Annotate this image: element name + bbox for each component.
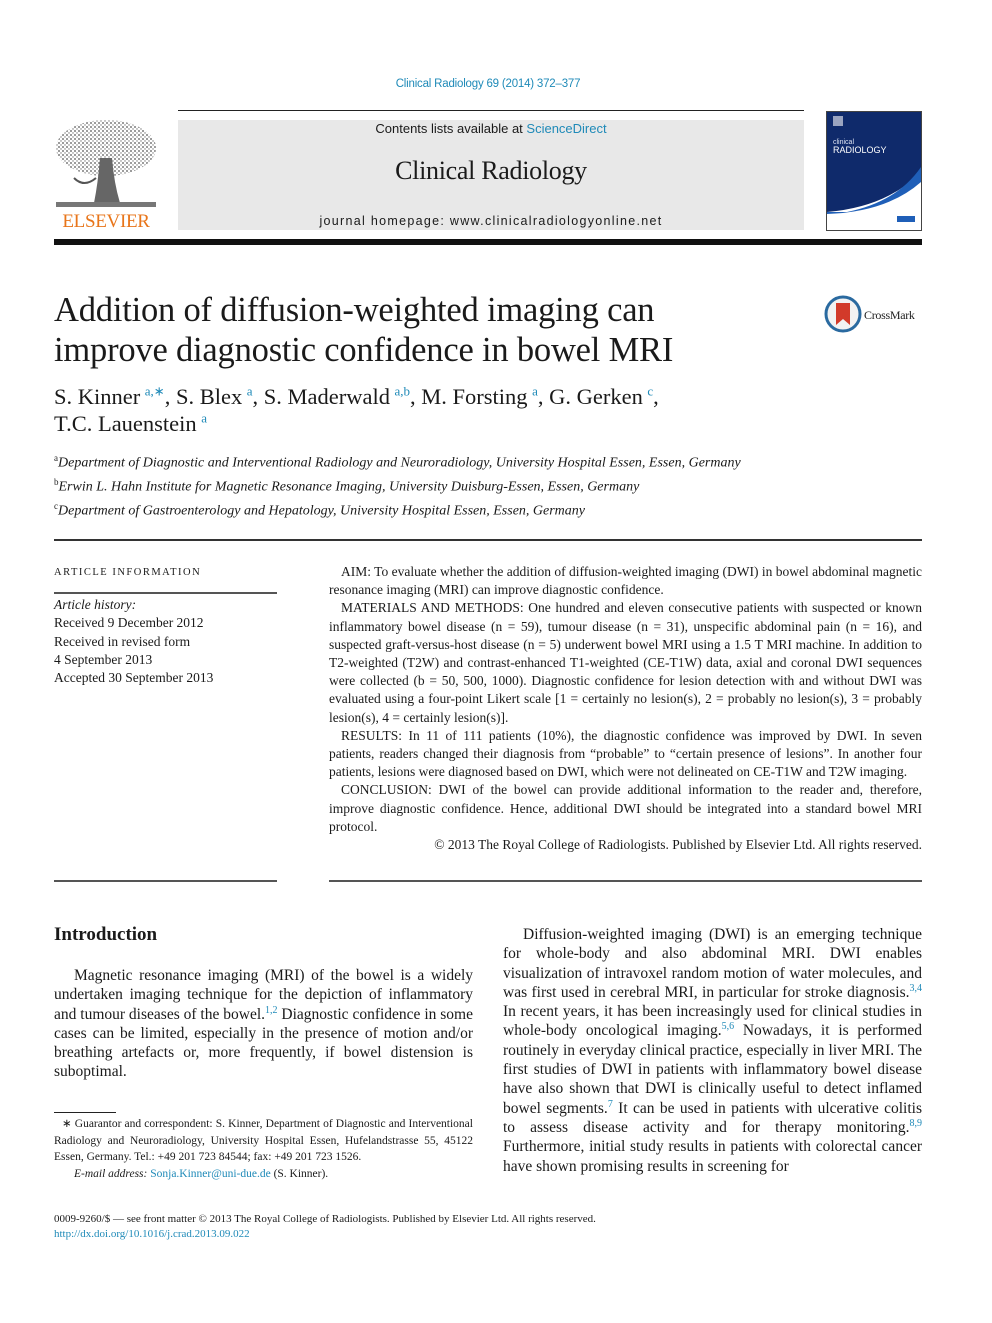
history-label: Article history: bbox=[54, 597, 137, 612]
history-item: 4 September 2013 bbox=[54, 651, 153, 667]
journal-homepage[interactable]: journal homepage: www.clinicalradiologyo… bbox=[178, 214, 804, 228]
crossmark-button[interactable]: CrossMark bbox=[824, 295, 934, 337]
footnote-email-line: E-mail address: Sonja.Kinner@uni-due.de … bbox=[74, 1167, 329, 1180]
article-history: Article history: Received 9 December 201… bbox=[54, 596, 277, 687]
article-info-rule bbox=[54, 592, 277, 594]
journal-masthead: Contents lists available at ScienceDirec… bbox=[178, 120, 804, 230]
email-link[interactable]: Sonja.Kinner@uni-due.de bbox=[150, 1168, 270, 1180]
author-list: S. Kinner a,∗, S. Blex a, S. Maderwald a… bbox=[54, 383, 659, 436]
journal-citation-link[interactable]: Clinical Radiology 69 (2014) 372–377 bbox=[0, 78, 976, 90]
affiliation-item: aDepartment of Diagnostic and Interventi… bbox=[54, 453, 741, 471]
affiliations-rule bbox=[54, 539, 922, 541]
abstract-conclusion: CONCLUSION: DWI of the bowel can provide… bbox=[329, 782, 922, 834]
author[interactable]: S. Kinner a,∗ bbox=[54, 384, 165, 409]
intro-paragraph: Magnetic resonance imaging (MRI) of the … bbox=[54, 967, 473, 1081]
author[interactable]: G. Gerken c bbox=[549, 384, 653, 409]
doi-link[interactable]: http://dx.doi.org/10.1016/j.crad.2013.09… bbox=[54, 1227, 754, 1242]
intro-left-column: Magnetic resonance imaging (MRI) of the … bbox=[54, 966, 473, 1082]
abstract-copyright: © 2013 The Royal College of Radiologists… bbox=[434, 837, 922, 853]
footnote-rule bbox=[54, 1112, 116, 1113]
tree-icon bbox=[56, 120, 156, 207]
section-heading-introduction: Introduction bbox=[54, 924, 158, 945]
sciencedirect-link[interactable]: ScienceDirect bbox=[526, 121, 606, 136]
crossmark-label: CrossMark bbox=[864, 308, 915, 322]
article-info-bottom-rule bbox=[54, 880, 277, 882]
intro-paragraph: Diffusion-weighted imaging (DWI) is an e… bbox=[503, 926, 923, 1175]
crossmark-icon bbox=[824, 295, 862, 333]
title-line-1: Addition of diffusion-weighted imaging c… bbox=[54, 291, 655, 329]
history-item: Received in revised form bbox=[54, 633, 191, 649]
history-item: Accepted 30 September 2013 bbox=[54, 670, 214, 686]
abstract-rule bbox=[329, 880, 922, 882]
journal-name: Clinical Radiology bbox=[395, 156, 587, 185]
affiliation-item: bErwin L. Hahn Institute for Magnetic Re… bbox=[54, 476, 640, 495]
author[interactable]: S. Maderwald a,b bbox=[264, 384, 410, 409]
title-line-2: improve diagnostic confidence in bowel M… bbox=[54, 331, 674, 369]
author[interactable]: T.C. Lauenstein a bbox=[54, 411, 207, 436]
correspondence-footnote: ∗ Guarantor and correspondent: S. Kinner… bbox=[54, 1116, 473, 1182]
masthead-thick-rule bbox=[54, 239, 922, 245]
front-matter: 0009-9260/$ — see front matter © 2013 Th… bbox=[54, 1212, 754, 1242]
affiliations: aDepartment of Diagnostic and Interventi… bbox=[54, 449, 814, 521]
footnote-text: ∗ Guarantor and correspondent: S. Kinner… bbox=[54, 1118, 473, 1163]
reference-link[interactable]: 8,9 bbox=[910, 1118, 923, 1129]
reference-link[interactable]: 5,6 bbox=[722, 1021, 735, 1032]
article-info-heading: ARTICLE INFORMATION bbox=[54, 567, 202, 578]
author[interactable]: M. Forsting a bbox=[421, 384, 538, 409]
abstract: AIM: To evaluate whether the addition of… bbox=[329, 563, 922, 854]
history-item: Received 9 December 2012 bbox=[54, 615, 204, 631]
journal-cover-thumbnail[interactable]: clinical RADIOLOGY bbox=[826, 111, 922, 231]
article-title: Addition of diffusion-weighted imaging c… bbox=[54, 290, 794, 370]
reference-link[interactable]: 3,4 bbox=[910, 983, 923, 994]
elsevier-wordmark: ELSEVIER bbox=[62, 211, 150, 232]
cover-image: clinical RADIOLOGY bbox=[827, 112, 921, 222]
abstract-results: RESULTS: In 11 of 111 patients (10%), th… bbox=[329, 727, 922, 780]
abstract-aim: AIM: To evaluate whether the addition of… bbox=[329, 564, 922, 598]
author[interactable]: S. Blex a bbox=[176, 384, 253, 409]
affiliation-item: cDepartment of Gastroenterology and Hepa… bbox=[54, 500, 586, 519]
reference-link[interactable]: 1,2 bbox=[265, 1004, 278, 1015]
abstract-methods: MATERIALS AND METHODS: One hundred and e… bbox=[329, 600, 922, 725]
intro-right-column: Diffusion-weighted imaging (DWI) is an e… bbox=[503, 925, 922, 1176]
contents-prefix: Contents lists available at bbox=[375, 121, 527, 136]
header-rule bbox=[178, 110, 804, 111]
contents-line: Contents lists available at ScienceDirec… bbox=[178, 121, 804, 136]
cover-title-large: RADIOLOGY bbox=[833, 145, 887, 155]
issn-line: 0009-9260/$ — see front matter © 2013 Th… bbox=[54, 1213, 596, 1225]
